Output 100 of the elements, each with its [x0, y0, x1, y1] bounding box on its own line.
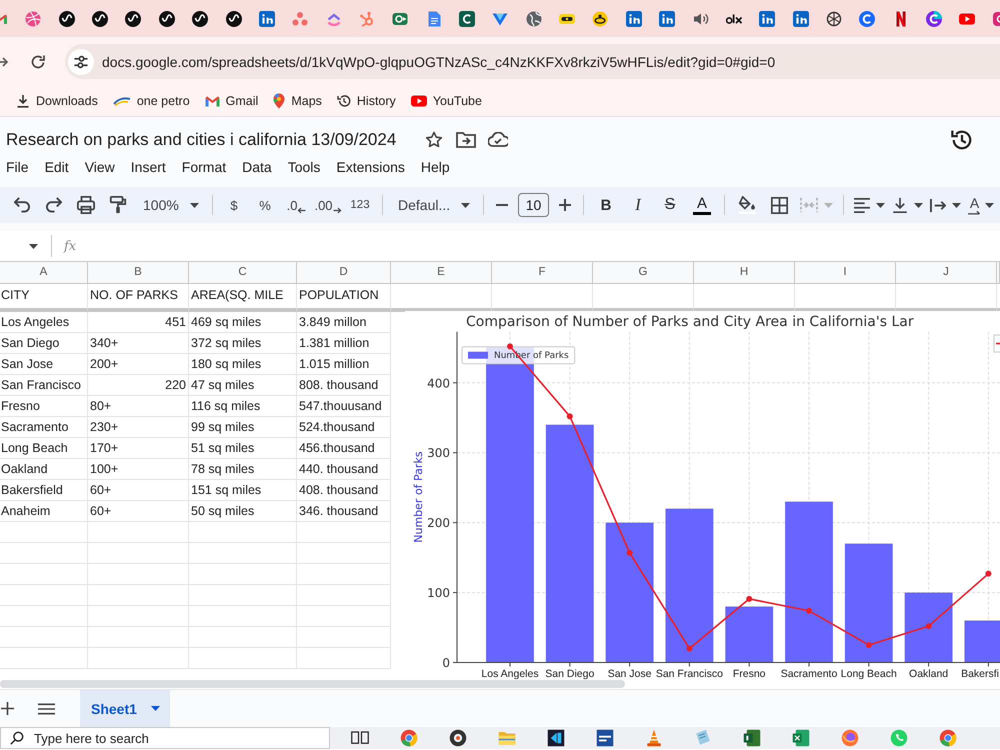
sheet-tab[interactable]: Sheet1 — [80, 690, 170, 727]
table-cell[interactable] — [0, 585, 88, 606]
zoom-dropdown[interactable]: 100% — [134, 191, 206, 219]
disc-logo-icon[interactable] — [449, 729, 467, 747]
square-logo-icon[interactable] — [258, 10, 275, 26]
table-cell[interactable]: Fresno — [0, 396, 88, 417]
bookmark-link[interactable]: Downloads — [16, 94, 98, 108]
square-logo-icon[interactable] — [626, 10, 642, 26]
menu-icon[interactable] — [38, 702, 55, 714]
table-cell[interactable]: Sacramento — [0, 417, 88, 438]
table-cell[interactable]: 151 sq miles — [189, 480, 297, 501]
table-cell[interactable]: San Jose — [0, 354, 88, 375]
table-cell[interactable]: 1.015 million — [297, 354, 391, 375]
menu-item[interactable]: Format — [182, 159, 226, 175]
table-cell[interactable]: Bakersfield — [0, 480, 88, 501]
table-cell[interactable] — [0, 543, 88, 564]
table-cell[interactable] — [0, 627, 88, 648]
search-field[interactable]: Type here to search — [0, 727, 330, 749]
square-logo-icon[interactable] — [659, 10, 676, 26]
table-cell[interactable]: 60+ — [88, 501, 189, 522]
table-cell[interactable] — [189, 627, 297, 648]
bold-button[interactable]: B — [590, 191, 622, 219]
browser-logo-icon[interactable] — [400, 729, 418, 747]
table-cell[interactable] — [88, 564, 189, 585]
percent-format-button[interactable]: % — [249, 191, 281, 219]
plus-icon[interactable] — [1, 702, 14, 715]
table-cell[interactable]: 1.381 million — [297, 333, 391, 354]
table-cell[interactable] — [88, 585, 189, 606]
decrease-decimals-button[interactable]: .0 — [281, 191, 312, 219]
menu-item[interactable]: View — [84, 159, 115, 175]
round-logo-icon[interactable] — [192, 10, 208, 26]
table-cell[interactable]: 51 sq miles — [189, 438, 297, 459]
wheel-logo-icon[interactable] — [826, 10, 842, 26]
table-cell[interactable]: Los Angeles — [0, 312, 88, 333]
table-cell[interactable]: 451 — [88, 312, 189, 333]
triangle-logo-icon[interactable] — [492, 10, 508, 26]
orb-logo-icon[interactable] — [841, 729, 859, 747]
table-cell[interactable] — [189, 606, 297, 627]
arc-logo-icon[interactable] — [926, 10, 942, 26]
font-dropdown[interactable]: Defaul... — [389, 191, 477, 219]
browser-logo-icon[interactable] — [939, 729, 957, 747]
table-cell[interactable]: 456.thousand — [297, 438, 391, 459]
table-cell[interactable]: 3.849 millon — [297, 312, 391, 333]
increase-decimals-button[interactable]: .00 — [312, 191, 344, 219]
ball-logo-icon[interactable] — [25, 10, 42, 26]
table-cell[interactable]: 78 sq miles — [189, 459, 297, 480]
notepad-logo-icon[interactable] — [694, 729, 712, 747]
bookmark-link[interactable]: Gmail — [204, 94, 258, 108]
text-rotation-button[interactable]: A — [964, 191, 998, 219]
table-cell[interactable] — [189, 648, 297, 669]
strikethrough-button[interactable]: S — [654, 191, 686, 219]
table-cell[interactable] — [0, 564, 88, 585]
table-cell[interactable] — [0, 648, 88, 669]
three-dots-logo-icon[interactable] — [292, 10, 308, 26]
table-cell[interactable] — [189, 585, 297, 606]
table-cell[interactable]: 200+ — [88, 354, 189, 375]
table-cell[interactable] — [297, 627, 391, 648]
menu-item[interactable]: Data — [242, 159, 272, 175]
column-header[interactable]: H — [694, 261, 795, 284]
column-header[interactable]: A — [0, 261, 88, 284]
table-cell[interactable] — [297, 585, 391, 606]
table-cell[interactable]: 547.thouusand — [297, 396, 391, 417]
camera-logo-icon[interactable] — [992, 10, 1000, 26]
table-cell[interactable]: 440. thousand — [297, 459, 391, 480]
square-logo-icon[interactable] — [792, 10, 809, 26]
table-cell[interactable] — [297, 648, 391, 669]
spreadsheet-logo-icon[interactable] — [792, 729, 810, 747]
table-cell[interactable]: 808. thousand — [297, 375, 391, 396]
table-cell[interactable]: 170+ — [88, 438, 189, 459]
table-cell[interactable] — [0, 522, 88, 543]
table-cell[interactable] — [297, 522, 391, 543]
table-cell[interactable] — [88, 522, 189, 543]
speaker-icon[interactable] — [692, 10, 709, 26]
tile-logo-icon[interactable] — [596, 729, 614, 747]
table-cell[interactable] — [189, 543, 297, 564]
document-title[interactable]: Research on parks and cities i california 13/09/2024 — [6, 130, 396, 150]
table-cell[interactable]: 99 sq miles — [189, 417, 297, 438]
table-cell[interactable]: 47 sq miles — [189, 375, 297, 396]
play-logo-icon[interactable] — [959, 10, 976, 26]
column-title-cell[interactable]: AREA(SQ. MILE — [189, 284, 297, 312]
table-cell[interactable]: Long Beach — [0, 438, 88, 459]
table-cell[interactable] — [297, 543, 391, 564]
currency-format-button[interactable]: $ — [219, 191, 249, 219]
table-cell[interactable]: 220 — [88, 375, 189, 396]
round-logo-icon[interactable] — [226, 10, 242, 26]
table-cell[interactable] — [88, 627, 189, 648]
address-bar[interactable]: docs.google.com/spreadsheets/d/1kVqWpO-glqpuOGTNzASc_c4NzKKFXv8rkziV5wHFLis/edit?gid=0#gid=0 — [65, 44, 1000, 79]
table-cell[interactable]: 372 sq miles — [189, 333, 297, 354]
round-logo-icon[interactable] — [158, 10, 175, 26]
table-cell[interactable]: 100+ — [88, 459, 189, 480]
ring-logo-icon[interactable] — [592, 10, 608, 26]
table-cell[interactable]: San Diego — [0, 333, 88, 354]
table-cell[interactable] — [189, 564, 297, 585]
site-info-icon[interactable] — [68, 48, 94, 74]
scrollbar-thumb[interactable] — [0, 680, 625, 688]
column-title-cell[interactable]: CITY — [0, 284, 88, 312]
round-logo-icon[interactable] — [92, 10, 108, 26]
table-cell[interactable]: Oakland — [0, 459, 88, 480]
bookmark-link[interactable]: Maps — [273, 93, 322, 109]
forward-icon[interactable] — [0, 54, 9, 68]
